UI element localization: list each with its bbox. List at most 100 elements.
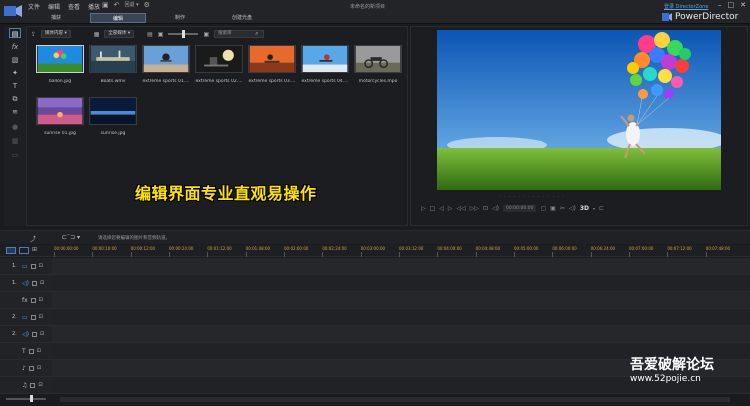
save-icon[interactable]: ▣	[102, 1, 109, 10]
tab-capture[interactable]: 捕获	[28, 13, 84, 23]
media-item[interactable]: extreme sports 01....	[141, 45, 191, 84]
lock-icon[interactable]: ⊡	[39, 263, 43, 269]
cut-icon[interactable]: ✂	[560, 205, 565, 212]
thumbnail-large-icon[interactable]: ▣	[203, 31, 209, 38]
lock-icon[interactable]: ⊡	[40, 331, 44, 337]
menu-edit[interactable]: 编辑	[48, 2, 60, 11]
effects-room-icon[interactable]: fx	[9, 42, 21, 52]
media-filter-select[interactable]: 全部媒体 ▾	[104, 30, 135, 38]
media-item[interactable]: extreme sports 02....	[194, 45, 244, 84]
track-lane[interactable]	[52, 275, 750, 291]
lock-icon[interactable]: ⊡	[37, 365, 41, 371]
sort-select[interactable]: 媒体内容 ▾	[41, 30, 71, 38]
track-enable-checkbox[interactable]	[30, 314, 36, 320]
lock-icon[interactable]: ⊡	[37, 348, 41, 354]
lock-icon[interactable]: ⊡	[40, 280, 44, 286]
pip-room-icon[interactable]: ▧	[9, 55, 21, 65]
track-lane[interactable]	[52, 326, 750, 342]
media-caption: ballon.jpg	[48, 79, 72, 84]
subtitle-icon[interactable]: ▭	[9, 150, 21, 160]
title-room-icon[interactable]: T	[9, 81, 21, 91]
track-enable-checkbox[interactable]	[31, 331, 37, 337]
tab-edit[interactable]: 编辑	[90, 13, 146, 23]
thumbnail-size-icon[interactable]: ▣	[158, 31, 164, 38]
timeline-scrollbar[interactable]	[60, 397, 730, 402]
track-enable-checkbox[interactable]	[28, 348, 34, 354]
lock-icon[interactable]: ⊡	[39, 297, 43, 303]
track-number: 2.	[12, 331, 17, 337]
pop-out-icon[interactable]: ⊏	[599, 205, 604, 212]
track-enable-checkbox[interactable]	[30, 263, 36, 269]
import-icon[interactable]: ⇪	[31, 31, 36, 38]
media-item[interactable]: extreme sports 03....	[247, 45, 297, 84]
speaker-icon[interactable]: ◁)	[492, 205, 499, 212]
media-room-icon[interactable]: ▤	[9, 28, 21, 38]
transition-room-icon[interactable]: ⧉	[9, 94, 21, 104]
media-item[interactable]: Boats.wmv	[88, 45, 138, 84]
fastforward-icon[interactable]: ▷▷	[470, 205, 479, 212]
director-zone-link[interactable]: 登录 DirectorZone	[664, 3, 708, 10]
ruler-tick-mark	[360, 252, 362, 257]
library-menu-icon[interactable]: ▤	[147, 31, 153, 38]
3d-toggle[interactable]: 3D	[580, 205, 589, 212]
close-icon[interactable]: ✕	[740, 1, 746, 9]
media-caption: extreme sports 04....	[301, 79, 349, 84]
redo-button[interactable]: 回退 ▾	[125, 1, 139, 10]
volume-icon[interactable]: ◁)	[569, 205, 576, 212]
voiceover-icon[interactable]: ●	[9, 122, 21, 132]
menu-file[interactable]: 文件	[28, 2, 40, 11]
ruler-tick-label: 00:00:10:00	[92, 246, 117, 251]
stop-icon[interactable]: □	[430, 205, 436, 212]
lock-icon[interactable]: ⊡	[39, 314, 43, 320]
track-enable-checkbox[interactable]	[28, 365, 34, 371]
timeline-zoom-slider[interactable]	[6, 395, 46, 402]
tab-create-disc[interactable]: 创建光盘	[214, 13, 270, 23]
lock-icon[interactable]: ⊡	[38, 382, 42, 388]
minimize-icon[interactable]: –	[718, 1, 722, 9]
track-number: 1.	[12, 263, 17, 269]
split-tools-icon[interactable]: ⊏¯⊐ ▾	[62, 234, 80, 243]
track-lane[interactable]	[52, 309, 750, 325]
media-item[interactable]: motorcycles.mpo	[353, 45, 403, 84]
play-icon[interactable]: ▷	[421, 205, 426, 212]
media-item[interactable]: sunrise.jpg	[88, 97, 138, 136]
ruler-tick-mark	[54, 252, 55, 257]
add-track-icon[interactable]: ⤴	[30, 234, 36, 243]
camera-icon[interactable]: ▣	[550, 205, 556, 212]
chapter-icon[interactable]: ▦	[9, 136, 21, 146]
undo-icon[interactable]: ↶	[114, 1, 120, 10]
prev-frame-icon[interactable]: ◁	[439, 205, 444, 212]
rewind-icon[interactable]: ◁◁	[457, 205, 466, 212]
grid-view-icon[interactable]: ▦	[94, 31, 100, 38]
extreme-sports-02-thumbnail	[195, 45, 243, 73]
particle-room-icon[interactable]: ✦	[9, 68, 21, 78]
thumbnail-size-slider[interactable]	[168, 30, 199, 38]
track-lane[interactable]	[52, 292, 750, 308]
fullscreen-icon[interactable]: ▢	[540, 205, 546, 212]
menu-play[interactable]: 播放	[88, 2, 100, 11]
search-icon[interactable]: ⌕	[255, 30, 258, 38]
audio-mixing-icon[interactable]: ≋	[9, 107, 21, 117]
timeline-view-button[interactable]	[6, 247, 16, 254]
track-enable-checkbox[interactable]	[30, 382, 36, 388]
maximize-icon[interactable]: □	[728, 1, 735, 9]
track-lane[interactable]	[52, 258, 750, 274]
track-enable-checkbox[interactable]	[31, 280, 37, 286]
track-enable-checkbox[interactable]	[30, 297, 36, 303]
menu-view[interactable]: 查看	[68, 2, 80, 11]
view-toggle	[6, 247, 29, 254]
track-manager-icon[interactable]: ⊞	[32, 246, 37, 253]
settings-gear-icon[interactable]: ⚙	[144, 1, 150, 10]
snapshot-icon[interactable]: ⊡	[483, 205, 488, 212]
ruler-tick-mark	[284, 252, 285, 257]
zoom-thumb[interactable]	[30, 395, 33, 402]
media-item[interactable]: sunrise 01.jpg	[35, 97, 85, 136]
next-frame-icon[interactable]: ▷	[448, 205, 453, 212]
media-item[interactable]: ballon.jpg	[35, 45, 85, 84]
dropdown-arrow-icon[interactable]: ▾	[593, 206, 595, 211]
tab-produce[interactable]: 制作	[152, 13, 208, 23]
storyboard-view-button[interactable]	[19, 247, 29, 254]
media-item[interactable]: extreme sports 04....	[300, 45, 350, 84]
preview-mode-switch[interactable]: · · · · · · · · · · · · · ·	[499, 195, 565, 200]
slider-thumb[interactable]	[182, 30, 186, 38]
